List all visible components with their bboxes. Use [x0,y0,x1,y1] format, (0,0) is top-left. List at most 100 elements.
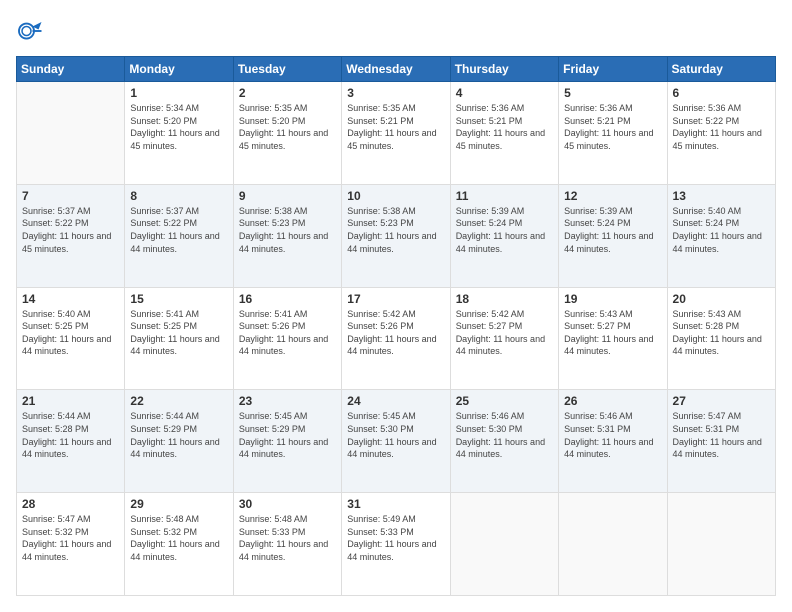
col-header-thursday: Thursday [450,57,558,82]
calendar-cell: 15 Sunrise: 5:41 AMSunset: 5:25 PMDayligh… [125,287,233,390]
day-info: Sunrise: 5:46 AMSunset: 5:31 PMDaylight:… [564,410,661,460]
day-info: Sunrise: 5:45 AMSunset: 5:30 PMDaylight:… [347,410,444,460]
calendar-cell: 6 Sunrise: 5:36 AMSunset: 5:22 PMDaylight… [667,82,775,185]
day-info: Sunrise: 5:41 AMSunset: 5:26 PMDaylight:… [239,308,336,358]
calendar-week-1: 1 Sunrise: 5:34 AMSunset: 5:20 PMDaylight… [17,82,776,185]
day-number: 26 [564,394,661,408]
calendar-cell: 4 Sunrise: 5:36 AMSunset: 5:21 PMDaylight… [450,82,558,185]
calendar-cell: 28 Sunrise: 5:47 AMSunset: 5:32 PMDayligh… [17,493,125,596]
day-info: Sunrise: 5:44 AMSunset: 5:29 PMDaylight:… [130,410,227,460]
calendar-cell [17,82,125,185]
day-number: 29 [130,497,227,511]
day-info: Sunrise: 5:37 AMSunset: 5:22 PMDaylight:… [130,205,227,255]
col-header-tuesday: Tuesday [233,57,341,82]
calendar-cell: 14 Sunrise: 5:40 AMSunset: 5:25 PMDayligh… [17,287,125,390]
day-number: 3 [347,86,444,100]
calendar-cell: 7Sunrise: 5:37 AMSunset: 5:22 PMDaylight… [17,184,125,287]
day-number: 5 [564,86,661,100]
calendar-cell: 24 Sunrise: 5:45 AMSunset: 5:30 PMDayligh… [342,390,450,493]
day-number: 8 [130,189,227,203]
logo-icon [16,16,46,46]
day-info: Sunrise: 5:42 AMSunset: 5:27 PMDaylight:… [456,308,553,358]
day-number: 27 [673,394,770,408]
day-info: Sunrise: 5:42 AMSunset: 5:26 PMDaylight:… [347,308,444,358]
calendar-cell: 1 Sunrise: 5:34 AMSunset: 5:20 PMDaylight… [125,82,233,185]
calendar-cell: 3 Sunrise: 5:35 AMSunset: 5:21 PMDaylight… [342,82,450,185]
calendar-cell: 2 Sunrise: 5:35 AMSunset: 5:20 PMDaylight… [233,82,341,185]
calendar-cell: 12 Sunrise: 5:39 AMSunset: 5:24 PMDayligh… [559,184,667,287]
col-header-saturday: Saturday [667,57,775,82]
day-number: 30 [239,497,336,511]
calendar-cell: 23 Sunrise: 5:45 AMSunset: 5:29 PMDayligh… [233,390,341,493]
calendar-cell: 10 Sunrise: 5:38 AMSunset: 5:23 PMDayligh… [342,184,450,287]
day-info: Sunrise: 5:45 AMSunset: 5:29 PMDaylight:… [239,410,336,460]
calendar-cell: 31 Sunrise: 5:49 AMSunset: 5:33 PMDayligh… [342,493,450,596]
day-info: Sunrise: 5:36 AMSunset: 5:21 PMDaylight:… [456,102,553,152]
day-number: 14 [22,292,119,306]
day-info: Sunrise: 5:41 AMSunset: 5:25 PMDaylight:… [130,308,227,358]
calendar-cell: 30 Sunrise: 5:48 AMSunset: 5:33 PMDayligh… [233,493,341,596]
day-number: 2 [239,86,336,100]
day-number: 13 [673,189,770,203]
day-number: 31 [347,497,444,511]
day-number: 23 [239,394,336,408]
day-number: 10 [347,189,444,203]
calendar-cell: 9 Sunrise: 5:38 AMSunset: 5:23 PMDaylight… [233,184,341,287]
day-number: 12 [564,189,661,203]
day-info: Sunrise: 5:35 AMSunset: 5:20 PMDaylight:… [239,102,336,152]
day-number: 11 [456,189,553,203]
calendar-cell [559,493,667,596]
col-header-sunday: Sunday [17,57,125,82]
day-info: Sunrise: 5:35 AMSunset: 5:21 PMDaylight:… [347,102,444,152]
day-info: Sunrise: 5:40 AMSunset: 5:25 PMDaylight:… [22,308,119,358]
day-number: 15 [130,292,227,306]
day-info: Sunrise: 5:39 AMSunset: 5:24 PMDaylight:… [564,205,661,255]
calendar-week-2: 7 Sunrise: 5:37 AMSunset: 5:22 PMDaylight… [17,184,776,287]
col-header-friday: Friday [559,57,667,82]
calendar-cell: 5Sunrise: 5:36 AMSunset: 5:21 PMDaylight… [559,82,667,185]
day-info: Sunrise: 5:47 AMSunset: 5:31 PMDaylight:… [673,410,770,460]
day-number: 1 [130,86,227,100]
calendar-cell: 18 Sunrise: 5:42 AMSunset: 5:27 PMDayligh… [450,287,558,390]
day-info: Sunrise: 5:43 AMSunset: 5:28 PMDaylight:… [673,308,770,358]
calendar-week-5: 28 Sunrise: 5:47 AMSunset: 5:32 PMDayligh… [17,493,776,596]
day-info: Sunrise: 5:46 AMSunset: 5:30 PMDaylight:… [456,410,553,460]
calendar-cell: 27 Sunrise: 5:47 AMSunset: 5:31 PMDayligh… [667,390,775,493]
day-info: Sunrise: 5:34 AMSunset: 5:20 PMDaylight:… [130,102,227,152]
day-number: 9 [239,189,336,203]
day-info: Sunrise: 5:48 AMSunset: 5:33 PMDaylight:… [239,513,336,563]
day-number: 24 [347,394,444,408]
calendar-week-4: 21 Sunrise: 5:44 AMSunset: 5:28 PMDayligh… [17,390,776,493]
day-info: Sunrise: 5:38 AMSunset: 5:23 PMDaylight:… [347,205,444,255]
day-number: 28 [22,497,119,511]
day-info: Sunrise: 5:36 AMSunset: 5:22 PMDaylight:… [673,102,770,152]
day-info: Sunrise: 5:47 AMSunset: 5:32 PMDaylight:… [22,513,119,563]
calendar-week-3: 14 Sunrise: 5:40 AMSunset: 5:25 PMDayligh… [17,287,776,390]
calendar-cell: 21 Sunrise: 5:44 AMSunset: 5:28 PMDayligh… [17,390,125,493]
day-info: Sunrise: 5:43 AMSunset: 5:27 PMDaylight:… [564,308,661,358]
calendar-cell: 19Sunrise: 5:43 AMSunset: 5:27 PMDayligh… [559,287,667,390]
day-number: 4 [456,86,553,100]
day-info: Sunrise: 5:49 AMSunset: 5:33 PMDaylight:… [347,513,444,563]
day-number: 17 [347,292,444,306]
day-number: 7 [22,189,119,203]
day-info: Sunrise: 5:48 AMSunset: 5:32 PMDaylight:… [130,513,227,563]
calendar-cell: 22Sunrise: 5:44 AMSunset: 5:29 PMDayligh… [125,390,233,493]
col-header-monday: Monday [125,57,233,82]
calendar-cell: 29 Sunrise: 5:48 AMSunset: 5:32 PMDayligh… [125,493,233,596]
day-info: Sunrise: 5:40 AMSunset: 5:24 PMDaylight:… [673,205,770,255]
day-number: 18 [456,292,553,306]
col-header-wednesday: Wednesday [342,57,450,82]
calendar-cell: 25 Sunrise: 5:46 AMSunset: 5:30 PMDayligh… [450,390,558,493]
day-number: 6 [673,86,770,100]
page: SundayMondayTuesdayWednesdayThursdayFrid… [0,0,792,612]
logo [16,16,50,46]
calendar-cell: 11Sunrise: 5:39 AMSunset: 5:24 PMDayligh… [450,184,558,287]
calendar-cell: 26 Sunrise: 5:46 AMSunset: 5:31 PMDayligh… [559,390,667,493]
day-number: 21 [22,394,119,408]
day-number: 25 [456,394,553,408]
day-info: Sunrise: 5:44 AMSunset: 5:28 PMDaylight:… [22,410,119,460]
calendar-cell: 17 Sunrise: 5:42 AMSunset: 5:26 PMDayligh… [342,287,450,390]
calendar-cell: 20Sunrise: 5:43 AMSunset: 5:28 PMDayligh… [667,287,775,390]
day-info: Sunrise: 5:38 AMSunset: 5:23 PMDaylight:… [239,205,336,255]
